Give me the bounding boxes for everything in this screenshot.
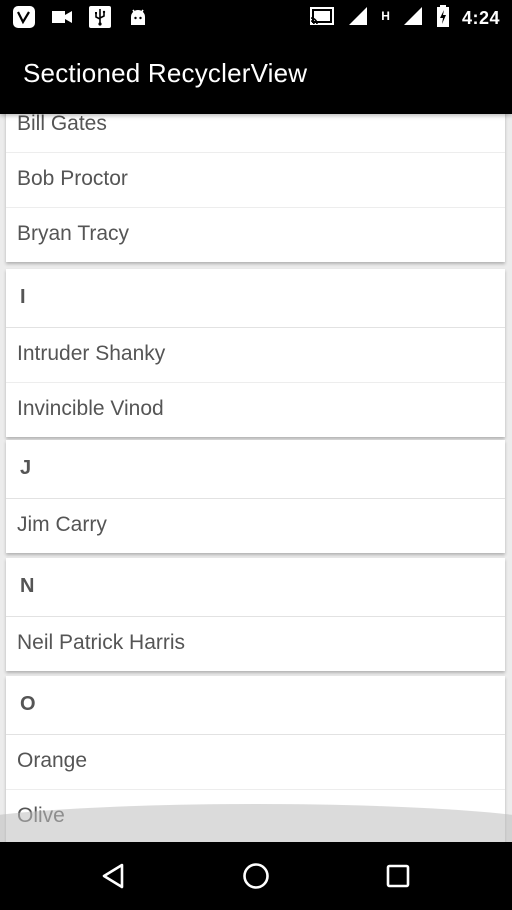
app-bar: Sectioned RecyclerView [0,36,512,114]
home-button[interactable] [240,860,272,892]
app-title: Sectioned RecyclerView [23,58,308,88]
clock: 4:24 [461,8,500,28]
section-header-label: N [20,575,35,597]
status-bar: H 4:24 [0,0,512,36]
back-icon [102,863,124,889]
sectioned-recycler-view[interactable]: Bill Gates Bob Proctor Bryan Tracy I Int… [0,114,512,842]
recents-button[interactable] [382,860,414,892]
section-header: N [6,558,505,617]
list-item[interactable]: Jim Carry [6,499,505,553]
list-item[interactable]: Neil Patrick Harris [6,617,505,671]
usb-icon [88,5,112,34]
vine-icon [12,5,36,34]
home-icon [243,863,269,889]
list-item-label: Bryan Tracy [17,222,130,245]
section-header-label: O [20,693,36,715]
section-card: I Intruder Shanky Invincible Vinod [6,269,505,437]
navigation-bar [0,842,512,910]
signal-h-icon [402,5,424,32]
section-card: N Neil Patrick Harris [6,558,505,671]
android-icon [126,5,150,34]
list-item-label: Jim Carry [17,513,107,536]
section-header: O [6,676,505,735]
list-item[interactable]: Bob Proctor [6,153,505,208]
section-card: Bill Gates Bob Proctor Bryan Tracy [6,114,505,262]
list-item-label: Neil Patrick Harris [17,631,186,654]
recents-icon [386,864,410,888]
signal-icon [347,5,369,32]
section-card: J Jim Carry [6,440,505,553]
list-item-label: Orange [17,749,88,772]
screen: H 4:24 Sectioned RecyclerView Bill Gates… [0,0,512,910]
list-item[interactable]: Invincible Vinod [6,383,505,437]
list-item-label: Intruder Shanky [17,342,166,365]
battery-charging-icon [436,4,450,33]
list-item-label: Bill Gates [17,114,107,135]
section-header: J [6,440,505,499]
list-item[interactable]: Intruder Shanky [6,328,505,383]
list-item[interactable]: Orange [6,735,505,790]
cast-icon [309,4,335,33]
network-type-label: H [381,8,390,23]
section-header-label: J [20,457,32,479]
list-item[interactable]: Bill Gates [6,114,505,153]
back-button[interactable] [98,860,130,892]
section-header: I [6,269,505,328]
list-item-label: Invincible Vinod [17,397,164,420]
list-item-label: Bob Proctor [17,167,128,190]
video-camera-icon [50,5,74,34]
list-item[interactable]: Bryan Tracy [6,208,505,262]
section-header-label: I [20,286,26,308]
